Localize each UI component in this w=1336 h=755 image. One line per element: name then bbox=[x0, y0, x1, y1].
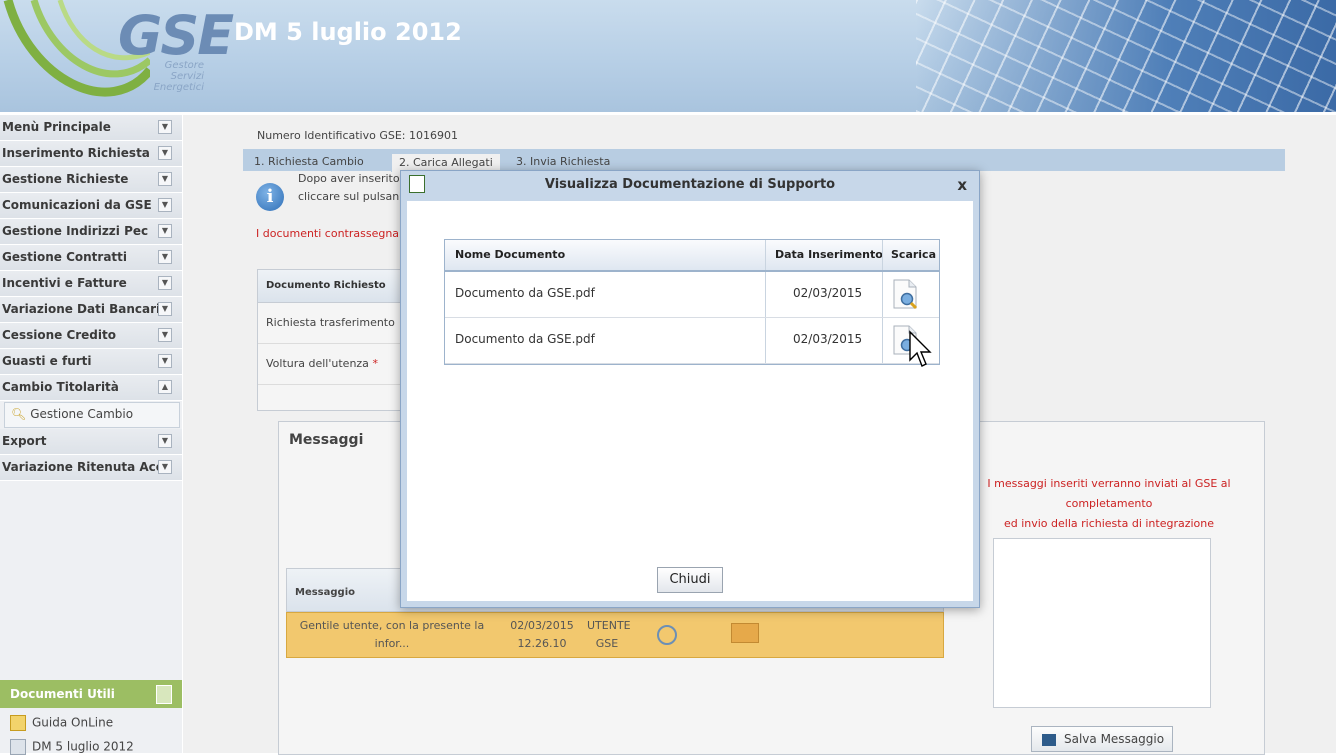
save-message-button[interactable]: Salva Messaggio bbox=[1031, 726, 1173, 752]
sidebar-item-comunicazioni[interactable]: Comunicazioni da GSE ▼ bbox=[0, 193, 182, 219]
chevron-down-icon[interactable]: ▼ bbox=[158, 354, 172, 368]
document-name: Documento da GSE.pdf bbox=[455, 332, 595, 346]
gse-identifier: Numero Identificativo GSE: 1016901 bbox=[257, 129, 458, 142]
required-docs-note: I documenti contrassegna bbox=[256, 227, 400, 240]
info-text: Dopo aver inserito cliccare sul pulsan bbox=[298, 172, 400, 203]
messages-title: Messaggi bbox=[289, 432, 364, 448]
column-header-download[interactable]: Scarica bbox=[891, 248, 936, 261]
document-date: 02/03/2015 bbox=[793, 286, 863, 300]
chevron-up-icon[interactable]: ▲ bbox=[158, 380, 172, 394]
table-row: Richiesta trasferimento bbox=[258, 303, 408, 344]
table-row[interactable]: Gentile utente, con la presente la infor.… bbox=[286, 612, 944, 658]
dialog-titlebar: Visualizza Documentazione di Supporto x bbox=[401, 171, 979, 199]
chevron-down-icon[interactable]: ▼ bbox=[158, 146, 172, 160]
sidebar-item-inserimento-richiesta[interactable]: Inserimento Richiesta ▼ bbox=[0, 141, 182, 167]
sidebar-item-gestione-richieste[interactable]: Gestione Richieste ▼ bbox=[0, 167, 182, 193]
logo-subtitle: Gestore Servizi Energetici bbox=[153, 60, 204, 93]
sidebar-subitem-gestione-cambio[interactable]: 🔍︎ Gestione Cambio bbox=[4, 402, 180, 428]
sidebar-item-export[interactable]: Export ▼ bbox=[0, 429, 182, 455]
chevron-down-icon[interactable]: ▼ bbox=[158, 120, 172, 134]
tab-bar: 1. Richiesta Cambio 2. Carica Allegati 3… bbox=[243, 149, 1285, 172]
message-date: 02/03/2015 12.26.10 bbox=[510, 619, 574, 650]
grid-header: Nome Documento Data Inserimento Scarica bbox=[445, 240, 939, 272]
chevron-down-icon[interactable]: ▼ bbox=[158, 302, 172, 316]
header: GSE Gestore Servizi Energetici DM 5 lugl… bbox=[0, 0, 1336, 112]
trash-icon bbox=[156, 685, 172, 704]
docs-header[interactable]: Documenti Utili bbox=[0, 680, 182, 708]
chevron-down-icon[interactable]: ▼ bbox=[158, 172, 172, 186]
sidebar-item-gestione-contratti[interactable]: Gestione Contratti ▼ bbox=[0, 245, 182, 271]
attachment-icon[interactable] bbox=[731, 623, 759, 643]
gse-logo[interactable]: GSE Gestore Servizi Energetici bbox=[0, 0, 234, 112]
window-icon bbox=[409, 175, 425, 193]
chevron-down-icon[interactable]: ▼ bbox=[158, 276, 172, 290]
message-sender: UTENTE GSE bbox=[587, 619, 631, 650]
sidebar-item-indirizzi-pec[interactable]: Gestione Indirizzi Pec ▼ bbox=[0, 219, 182, 245]
close-dialog-button[interactable]: Chiudi bbox=[657, 567, 723, 593]
logo-text: GSE bbox=[118, 4, 234, 67]
support-docs-dialog: Visualizza Documentazione di Supporto x … bbox=[400, 170, 980, 608]
help-icon bbox=[10, 715, 26, 731]
chevron-down-icon[interactable]: ▼ bbox=[158, 328, 172, 342]
document-name: Documento da GSE.pdf bbox=[455, 286, 595, 300]
chevron-down-icon[interactable]: ▼ bbox=[158, 198, 172, 212]
sidebar: Menù Principale ▼ Inserimento Richiesta ▼ … bbox=[0, 115, 182, 755]
chevron-down-icon[interactable]: ▼ bbox=[158, 460, 172, 474]
required-mark: * bbox=[372, 357, 378, 370]
message-textarea[interactable] bbox=[993, 538, 1211, 708]
table-row[interactable]: Documento da GSE.pdf 02/03/2015 bbox=[445, 318, 939, 364]
view-icon[interactable] bbox=[657, 625, 677, 645]
sidebar-item-incentivi-fatture[interactable]: Incentivi e Fatture ▼ bbox=[0, 271, 182, 297]
table-row[interactable]: Documento da GSE.pdf 02/03/2015 bbox=[445, 272, 939, 318]
close-icon[interactable]: x bbox=[957, 171, 967, 199]
sidebar-item-ritenuta[interactable]: Variazione Ritenuta Acc. ▼ bbox=[0, 455, 182, 481]
table-row: Voltura dell'utenza * bbox=[258, 344, 408, 385]
mouse-cursor-icon bbox=[909, 330, 932, 367]
required-docs-table: Documento Richiesto Richiesta trasferime… bbox=[257, 269, 409, 411]
dialog-body: Nome Documento Data Inserimento Scarica … bbox=[407, 201, 973, 601]
docs-item-guida[interactable]: Guida OnLine bbox=[10, 715, 113, 731]
table-header: Documento Richiesto bbox=[258, 270, 408, 303]
page-title: DM 5 luglio 2012 bbox=[234, 18, 462, 46]
documents-grid: Nome Documento Data Inserimento Scarica … bbox=[444, 239, 940, 365]
message-text: Gentile utente, con la presente la infor.… bbox=[299, 619, 485, 650]
messages-note: I messaggi inseriti verranno inviati al … bbox=[987, 477, 1231, 530]
column-header-name[interactable]: Nome Documento bbox=[455, 248, 565, 261]
header-solar-panels-graphic bbox=[916, 0, 1336, 112]
sidebar-item-menu-principale[interactable]: Menù Principale ▼ bbox=[0, 115, 182, 141]
sidebar-item-dati-bancari[interactable]: Variazione Dati Bancari ▼ bbox=[0, 297, 182, 323]
chevron-down-icon[interactable]: ▼ bbox=[158, 434, 172, 448]
document-date: 02/03/2015 bbox=[793, 332, 863, 346]
column-header-date[interactable]: Data Inserimento bbox=[775, 248, 883, 261]
chevron-down-icon[interactable]: ▼ bbox=[158, 224, 172, 238]
chevron-down-icon[interactable]: ▼ bbox=[158, 250, 172, 264]
save-icon bbox=[1042, 733, 1056, 746]
sidebar-item-guasti-furti[interactable]: Guasti e furti ▼ bbox=[0, 349, 182, 375]
sidebar-item-cessione-credito[interactable]: Cessione Credito ▼ bbox=[0, 323, 182, 349]
tab-richiesta-cambio[interactable]: 1. Richiesta Cambio bbox=[247, 153, 371, 171]
download-icon[interactable] bbox=[891, 278, 919, 310]
search-icon: 🔍︎ bbox=[11, 407, 27, 421]
tab-invia-richiesta[interactable]: 3. Invia Richiesta bbox=[509, 153, 617, 171]
sidebar-item-cambio-titolarita[interactable]: Cambio Titolarità ▲ bbox=[0, 375, 182, 401]
info-icon: i bbox=[256, 183, 284, 211]
